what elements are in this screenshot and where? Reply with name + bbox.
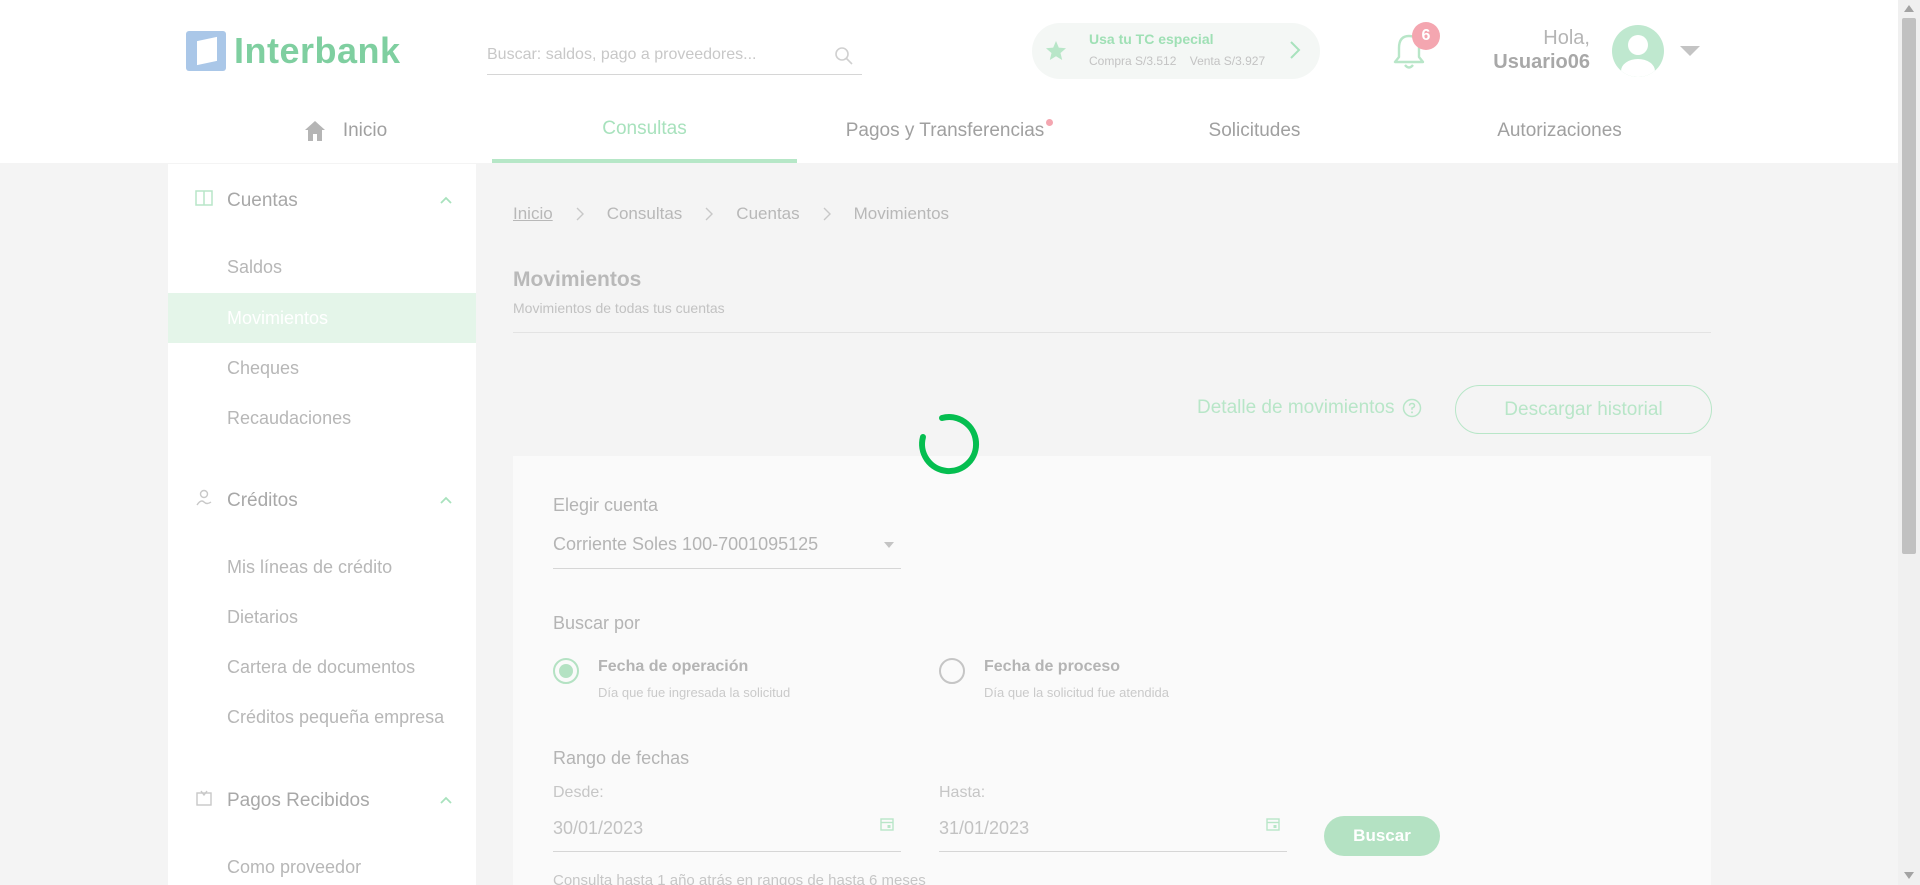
promo-title: Usa tu TC especial [1089,31,1214,47]
search-box [487,38,862,75]
radio-process-date[interactable] [939,658,965,684]
search-input[interactable] [487,38,827,72]
buy-rate: Compra S/3.512 [1089,54,1177,68]
exchange-rates: Compra S/3.512 Venta S/3.927 [1089,54,1275,68]
from-label: Desde: [553,784,604,801]
sidebar-item-como-proveedor[interactable]: Como proveedor [168,842,476,885]
payments-received-icon [196,790,212,806]
search-by-label: Buscar por [553,613,641,633]
scroll-thumb[interactable] [1902,18,1916,554]
exchange-rate-promo[interactable]: Usa tu TC especial Compra S/3.512 Venta … [1032,23,1320,79]
sidebar-section-cuentas[interactable]: Cuentas [168,164,476,234]
radio-operation-date[interactable] [553,658,579,684]
page-scrollbar[interactable] [1898,0,1920,885]
account-label: Elegir cuenta [553,495,659,515]
divider [513,332,1711,333]
page-subtitle: Movimientos de todas tus cuentas [513,300,725,316]
sidebar-item-saldos[interactable]: Saldos [168,242,476,292]
chevron-right-icon [576,207,584,221]
greeting-text: Hola, [1543,27,1590,49]
download-history-button[interactable]: Descargar historial [1455,385,1712,434]
caret-down-icon [884,542,894,548]
chevron-right-icon [1290,41,1301,59]
page-title: Movimientos [513,268,642,291]
account-select-value: Corriente Soles 100-7001095125 [553,534,819,554]
radio-operation-date-title: Fecha de operación [598,658,749,675]
caret-down-icon[interactable] [1678,44,1702,58]
to-label: Hasta: [939,784,986,801]
star-icon [1046,41,1066,60]
user-name: Usuario06 [1493,51,1590,73]
nav-item-inicio[interactable]: Inicio [250,98,440,163]
loading-spinner-icon [919,414,979,474]
sell-rate: Venta S/3.927 [1189,54,1266,68]
radio-process-date-desc: Día que la solicitud fue atendida [984,685,1170,700]
user-greeting: Hola, Usuario06 [1480,26,1590,74]
nav-item-autorizaciones[interactable]: Autorizaciones [1407,98,1712,163]
sidebar-item-creditos-pequena-empresa[interactable]: Créditos pequeña empresa [168,692,476,742]
accounts-icon [195,190,213,206]
main-nav: Inicio Consultas Pagos y Transferencias … [0,98,1898,163]
logo-mark-icon [186,31,226,71]
scroll-up-arrow-icon[interactable] [1904,5,1914,12]
sidebar-item-cartera-documentos[interactable]: Cartera de documentos [168,642,476,692]
home-icon [304,120,325,141]
breadcrumb-item-movimientos: Movimientos [853,204,950,223]
user-avatar-icon [1621,35,1655,77]
nav-label-inicio: Inicio [342,119,388,141]
nav-label-pagos: Pagos y Transferencias [845,119,1045,141]
nav-label-consultas: Consultas [602,117,687,139]
search-button[interactable]: Buscar [1324,816,1440,856]
from-date-field[interactable]: 30/01/2023 [553,816,901,852]
sidebar-item-lineas-credito[interactable]: Mis líneas de crédito [168,542,476,592]
help-icon[interactable] [1402,398,1422,418]
chevron-up-icon[interactable] [439,796,453,805]
search-icon[interactable] [834,46,854,66]
detail-link-label: Detalle de movimientos [1197,397,1395,418]
breadcrumb-item-consultas: Consultas [606,204,683,223]
new-indicator-dot [1046,119,1054,126]
detail-movements-link[interactable]: Detalle de movimientos [1197,397,1422,419]
notification-badge: 6 [1412,22,1440,50]
nav-label-solicitudes: Solicitudes [1208,119,1301,141]
chevron-up-icon[interactable] [439,196,453,205]
breadcrumb: Inicio Consultas Cuentas Movimientos [513,204,949,224]
date-range-footnote: Consulta hasta 1 año atrás en rangos de … [553,872,926,885]
sidebar-item-cheques[interactable]: Cheques [168,343,476,393]
avatar[interactable] [1612,25,1664,77]
sidebar-section-label: Cuentas [227,190,298,211]
calendar-icon[interactable] [1265,816,1281,832]
from-date-value: 30/01/2023 [553,818,644,838]
credits-icon [196,489,212,506]
chevron-up-icon[interactable] [439,496,453,505]
sidebar-item-dietarios[interactable]: Dietarios [168,592,476,642]
radio-operation-date-desc: Día que fue ingresada la solicitud [598,685,791,700]
breadcrumb-item-cuentas: Cuentas [736,204,800,223]
calendar-icon[interactable] [879,816,895,832]
interbank-logo[interactable]: Interbank [186,30,401,72]
radio-process-date-title: Fecha de proceso [984,658,1121,675]
nav-item-pagos-transferencias[interactable]: Pagos y Transferencias [797,98,1102,163]
nav-item-solicitudes[interactable]: Solicitudes [1102,98,1407,163]
nav-item-consultas[interactable]: Consultas [492,98,797,163]
sidebar-item-recaudaciones[interactable]: Recaudaciones [168,393,476,443]
filter-card: Elegir cuenta Corriente Soles 100-700109… [513,456,1711,885]
chevron-right-icon [823,207,831,221]
sidebar-item-movimientos[interactable]: Movimientos [168,293,476,343]
breadcrumb-item-inicio[interactable]: Inicio [513,204,553,224]
nav-label-autorizaciones: Autorizaciones [1497,119,1622,141]
sidebar-section-label: Créditos [227,490,298,511]
to-date-field[interactable]: 31/01/2023 [939,816,1287,852]
sidebar-section-label: Pagos Recibidos [227,790,370,811]
scroll-down-arrow-icon[interactable] [1904,872,1914,879]
date-range-label: Rango de fechas [553,748,690,768]
sidebar-section-pagos-recibidos[interactable]: Pagos Recibidos [168,764,476,834]
logo-text: Interbank [234,30,401,71]
to-date-value: 31/01/2023 [939,818,1030,838]
chevron-right-icon [705,207,714,221]
top-header: Interbank Usa tu TC especial Compra S/3.… [0,0,1898,163]
sidebar-section-creditos[interactable]: Créditos [168,464,476,534]
sidebar: Cuentas Saldos Movimientos Cheques Recau… [168,164,476,885]
account-select[interactable]: Corriente Soles 100-7001095125 [553,533,901,569]
